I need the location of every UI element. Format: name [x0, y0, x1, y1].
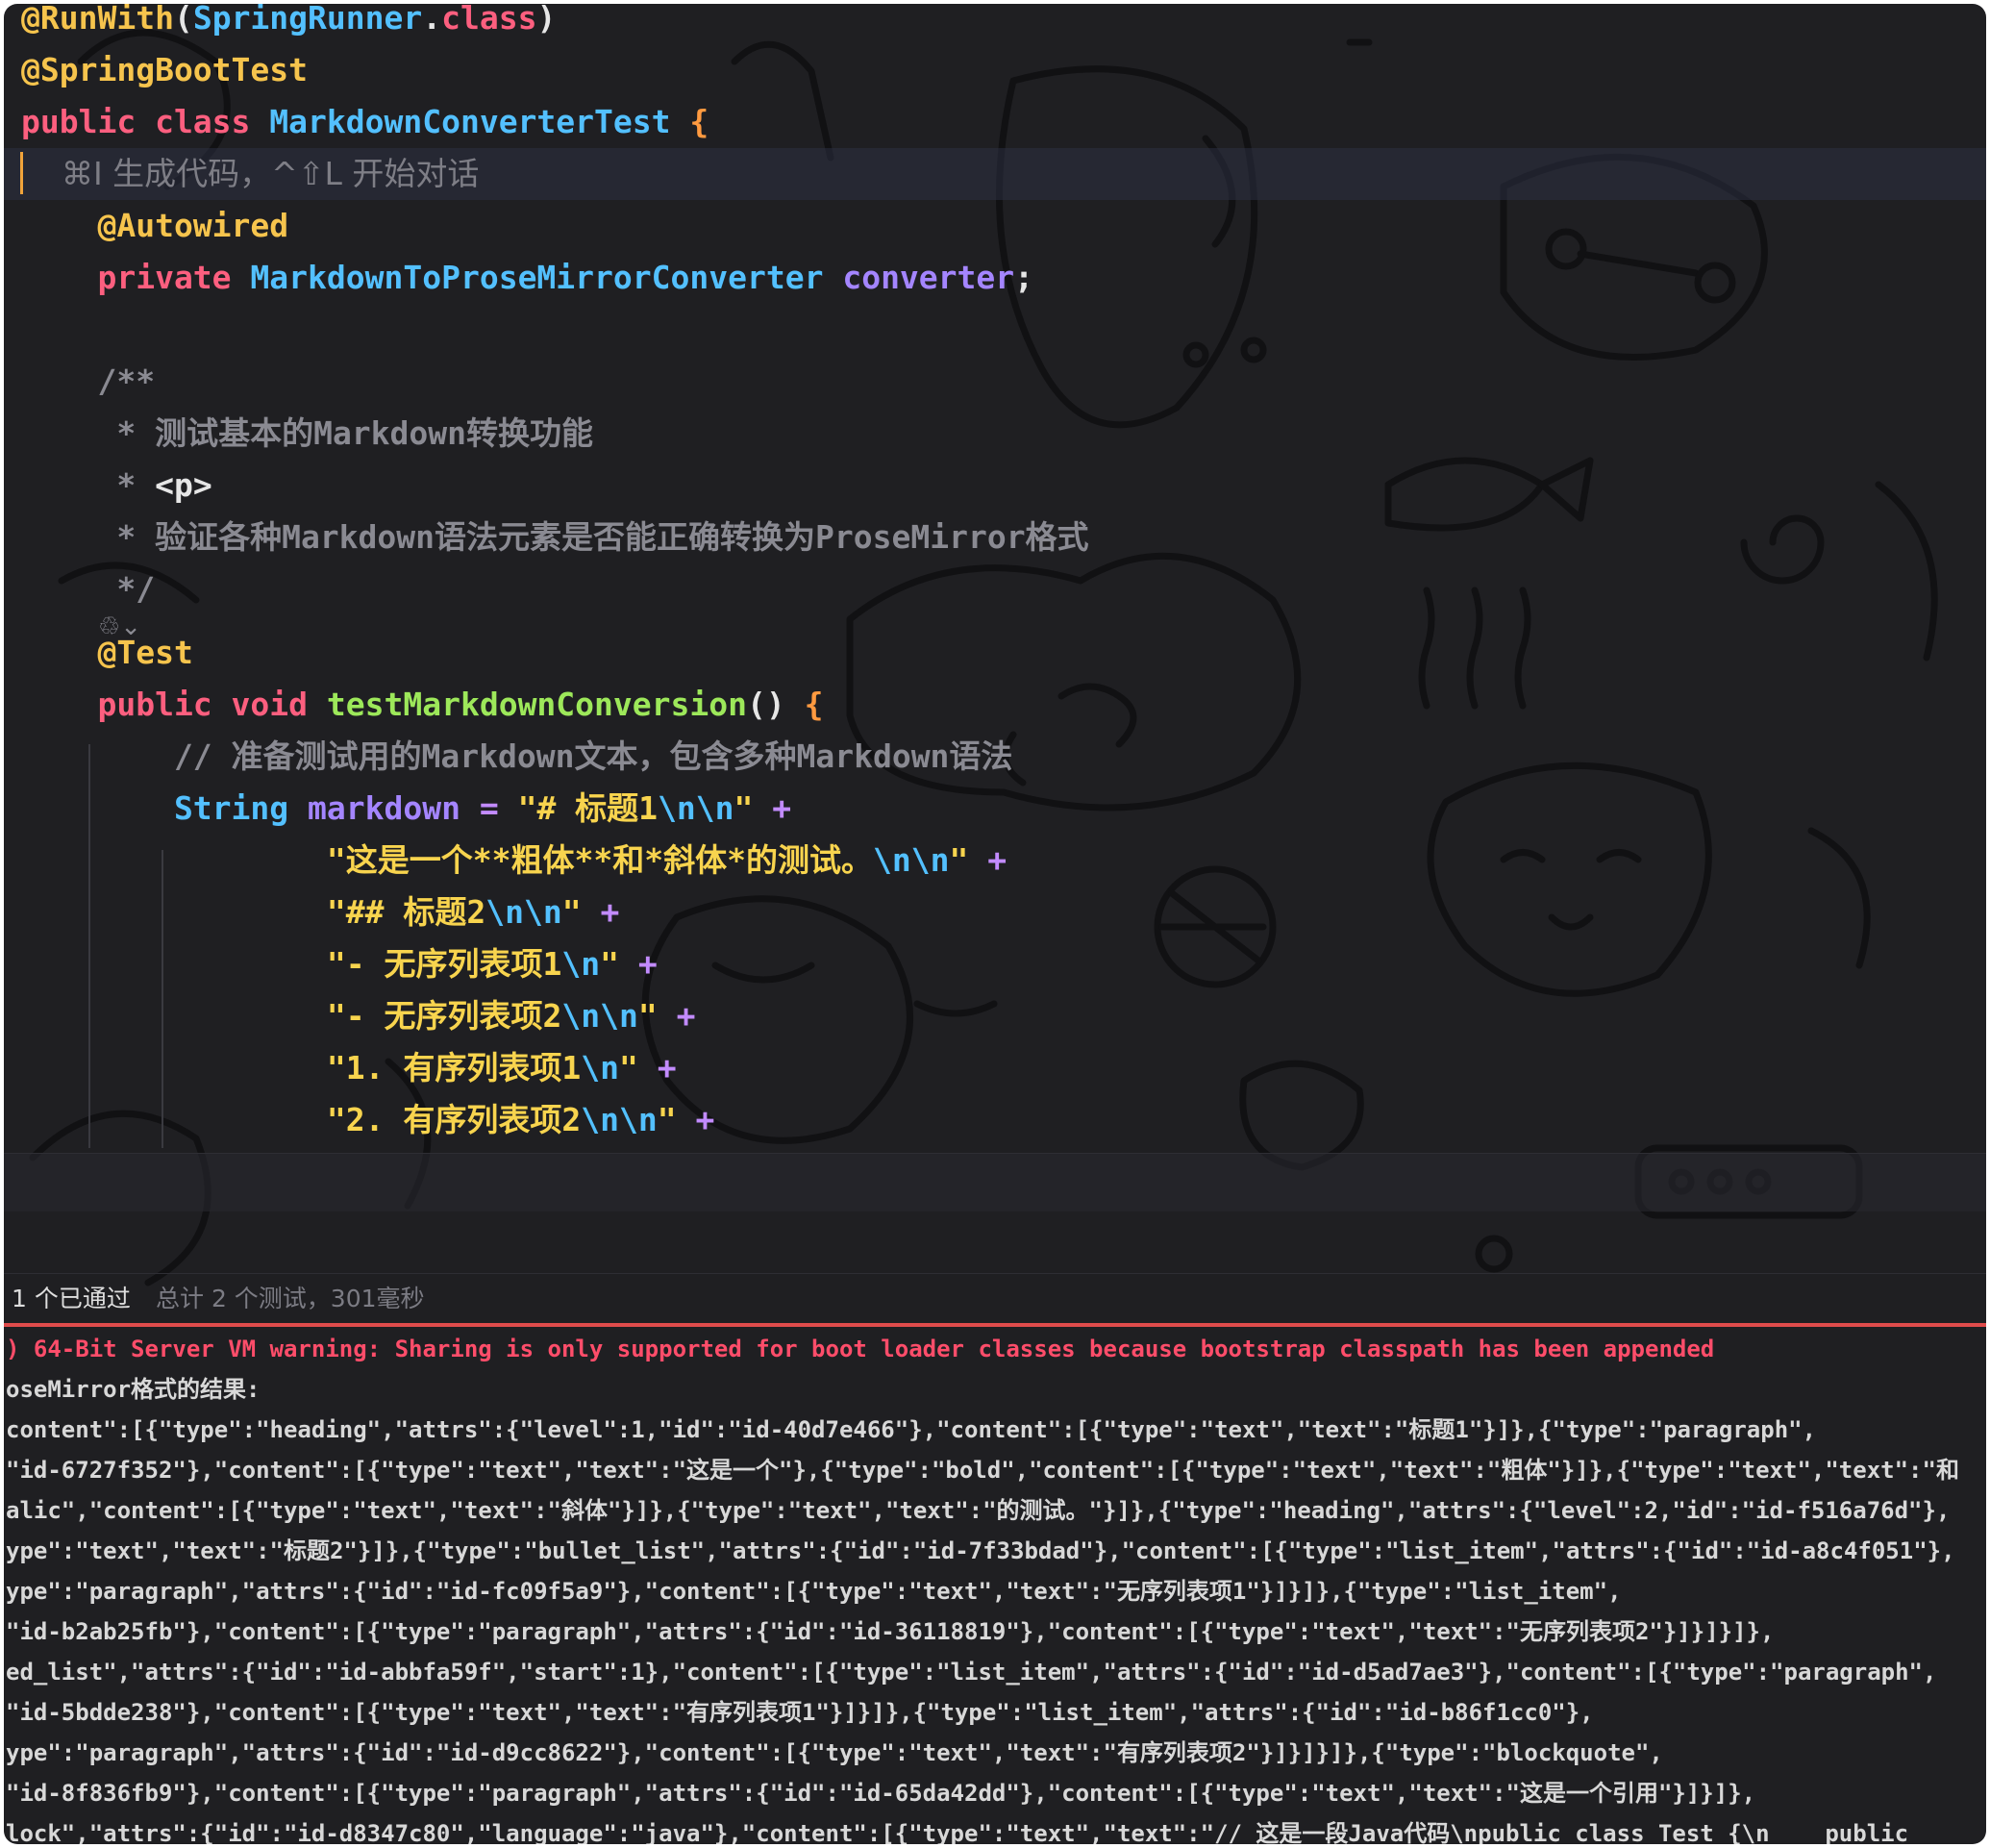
code-token: \n\n: [872, 841, 950, 879]
code-token: <p>: [155, 466, 212, 504]
console-output-line: "id-5bdde238"},"content":[{"type":"text"…: [6, 1699, 1594, 1726]
code-token: MarkdownConverterTest: [269, 103, 690, 140]
console-output-line: content":[{"type":"heading","attrs":{"le…: [6, 1416, 1817, 1443]
code-line: "1. 有序列表项1\n" +: [21, 1042, 677, 1094]
code-line: private MarkdownToProseMirrorConverter c…: [21, 252, 1033, 304]
code-token: @Autowired: [21, 207, 289, 244]
code-token: ": [657, 1101, 677, 1138]
code-line: // 准备测试用的Markdown文本，包含多种Markdown语法: [21, 731, 1013, 783]
code-token: \n\n: [485, 893, 562, 931]
code-line: "2. 有序列表项2\n\n" +: [21, 1094, 714, 1146]
code-token: @SpringBootTest: [21, 51, 309, 88]
code-line: public void testMarkdownConversion() {: [21, 679, 823, 731]
code-token: =: [460, 789, 518, 827]
console-output-line: ype":"text","text":"标题2"}]},{"type":"bul…: [6, 1537, 1955, 1564]
code-token: String: [21, 789, 309, 827]
code-token: +: [657, 997, 696, 1035]
code-token: ": [561, 893, 582, 931]
code-token: +: [968, 841, 1007, 879]
code-token: "2. 有序列表项2: [21, 1101, 582, 1138]
console-output-line: "id-b2ab25fb"},"content":[{"type":"parag…: [6, 1618, 1775, 1645]
code-token: ": [734, 789, 754, 827]
code-line: "## 标题2\n\n" +: [21, 887, 619, 938]
code-editor[interactable]: @RunWith(SpringRunner.class) @SpringBootT…: [4, 4, 1986, 1153]
run-test-gutter-icon[interactable]: ♲⌄: [98, 612, 141, 641]
code-token: converter: [842, 259, 1015, 296]
code-token: public class: [21, 103, 270, 140]
code-token: "1. 有序列表项1: [21, 1049, 582, 1086]
code-line: * <p>: [21, 460, 212, 512]
code-token: MarkdownToProseMirrorConverter: [250, 259, 843, 296]
ide-window: @RunWith(SpringRunner.class) @SpringBootT…: [4, 4, 1986, 1844]
code-line: */: [21, 563, 155, 615]
console-output-line: lock","attrs":{"id":"id-d8347c80","langu…: [6, 1820, 1909, 1844]
code-token: \n: [581, 1049, 619, 1086]
code-token: *: [21, 466, 156, 504]
console-output-line: alic","content":[{"type":"text","text":"…: [6, 1497, 1951, 1524]
code-token: public void: [21, 686, 327, 723]
code-token: /**: [21, 362, 156, 400]
code-token: +: [676, 1101, 715, 1138]
code-token: (: [173, 4, 193, 37]
console-output-line: oseMirror格式的结果:: [6, 1376, 261, 1403]
code-token: markdown: [308, 789, 460, 827]
console-output-line: ype":"paragraph","attrs":{"id":"id-d9cc8…: [6, 1739, 1663, 1766]
code-token: "- 无序列表项2: [21, 997, 562, 1035]
code-token: ⌘I 生成代码，^⇧L 开始对话: [21, 155, 480, 192]
code-token: // 准备测试用的Markdown文本，包含多种Markdown语法: [21, 737, 1013, 775]
code-token: \n: [561, 945, 601, 983]
code-token: "这是一个**粗体**和*斜体*的测试。: [21, 841, 873, 879]
test-results-status: 1 个已通过 总计 2 个测试，301毫秒: [4, 1273, 1986, 1324]
code-line: @SpringBootTest: [21, 44, 308, 96]
code-line: "这是一个**粗体**和*斜体*的测试。\n\n" +: [21, 835, 1007, 887]
code-token: +: [753, 789, 792, 827]
code-token: {: [689, 103, 709, 140]
console-output-line: ed_list","attrs":{"id":"id-abbfa59f","st…: [6, 1659, 1937, 1686]
code-token: +: [581, 893, 620, 931]
code-line: * 测试基本的Markdown转换功能: [21, 408, 593, 460]
code-token: "# 标题1: [517, 789, 659, 827]
console-output-line: ype":"paragraph","attrs":{"id":"id-fc09f…: [6, 1578, 1622, 1605]
code-token: "## 标题2: [21, 893, 486, 931]
code-token: */: [21, 570, 156, 608]
code-token: ": [600, 945, 619, 983]
code-token: private: [21, 259, 251, 296]
code-token: +: [618, 945, 658, 983]
code-token: {: [804, 686, 824, 723]
code-line: String markdown = "# 标题1\n\n" +: [21, 783, 791, 835]
code-token: "- 无序列表项1: [21, 945, 562, 983]
code-token: @RunWith: [21, 4, 174, 37]
code-token: \n\n: [581, 1101, 658, 1138]
console-output-line: "id-6727f352"},"content":[{"type":"text"…: [6, 1457, 1959, 1484]
code-line: @Autowired: [21, 200, 288, 252]
code-token: * 测试基本的Markdown转换功能: [21, 414, 594, 452]
code-token: ": [949, 841, 969, 879]
code-line: "- 无序列表项1\n" +: [21, 938, 658, 990]
code-token: ": [618, 1049, 638, 1086]
code-token: SpringRunner: [192, 4, 423, 37]
code-token: ": [637, 997, 658, 1035]
console-warning-line: ) 64-Bit Server VM warning: Sharing is o…: [6, 1336, 1715, 1362]
code-token: testMarkdownConversion: [326, 686, 747, 723]
tests-total-summary: 总计 2 个测试，301毫秒: [156, 1285, 425, 1312]
code-token: (): [746, 686, 805, 723]
code-token: ): [536, 4, 557, 37]
code-token: ;: [1014, 259, 1034, 296]
code-line: "- 无序列表项2\n\n" +: [21, 990, 696, 1042]
code-line: * 验证各种Markdown语法元素是否能正确转换为ProseMirror格式: [21, 512, 1089, 563]
code-token: .: [422, 4, 442, 37]
editor-bottom-strip: [4, 1153, 1986, 1211]
code-token: * 验证各种Markdown语法元素是否能正确转换为ProseMirror格式: [21, 518, 1089, 556]
code-token: \n\n: [658, 789, 734, 827]
code-token: class: [441, 4, 537, 37]
run-console-output[interactable]: ) 64-Bit Server VM warning: Sharing is o…: [4, 1327, 1986, 1844]
code-line: /**: [21, 356, 155, 408]
code-line: @RunWith(SpringRunner.class): [21, 4, 556, 44]
code-line: ⌘I 生成代码，^⇧L 开始对话: [21, 148, 479, 200]
tests-passed-count: 1 个已通过: [12, 1285, 131, 1312]
console-output-line: "id-8f836fb9"},"content":[{"type":"parag…: [6, 1780, 1756, 1807]
code-token: +: [637, 1049, 677, 1086]
code-token: \n\n: [561, 997, 638, 1035]
code-line: public class MarkdownConverterTest {: [21, 96, 709, 148]
